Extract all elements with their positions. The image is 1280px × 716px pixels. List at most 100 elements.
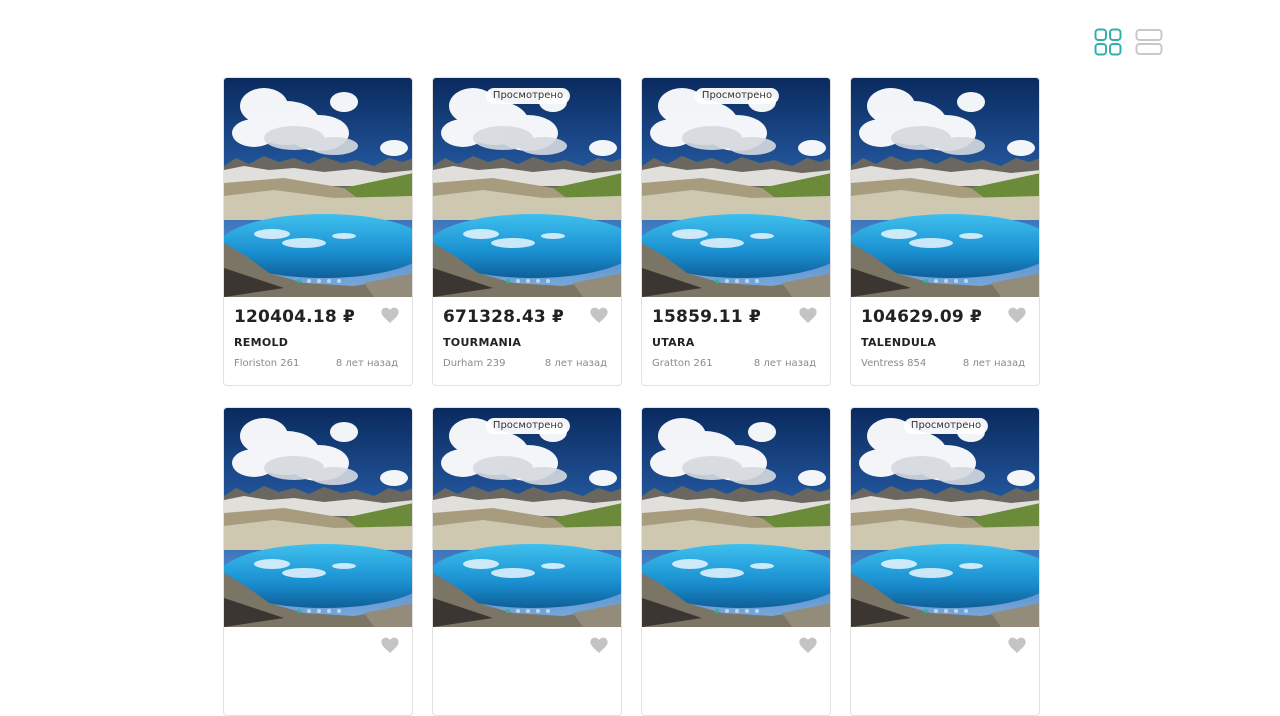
carousel-dot[interactable]	[954, 609, 958, 613]
carousel-dot[interactable]	[327, 279, 331, 283]
listing-card[interactable]	[223, 407, 413, 716]
listing-photo	[433, 408, 621, 627]
carousel-dot[interactable]	[934, 279, 938, 283]
listing-card[interactable]: Просмотрено	[850, 407, 1040, 716]
listing-age: 8 лет назад	[753, 358, 816, 369]
listing-price: 671328.43 ₽	[443, 307, 565, 327]
carousel-dot[interactable]	[297, 279, 301, 283]
carousel-dot[interactable]	[755, 279, 759, 283]
photo-carousel-dots	[851, 279, 1039, 283]
grid-view-button[interactable]	[1094, 28, 1122, 56]
favorite-heart-icon[interactable]	[799, 637, 817, 654]
carousel-dot[interactable]	[924, 609, 928, 613]
listing-photo-wrap[interactable]: Просмотрено	[433, 408, 621, 627]
carousel-dot[interactable]	[516, 609, 520, 613]
photo-carousel-dots	[433, 609, 621, 613]
listing-info: 104629.09 ₽ TALENDULA Ventress 854 8 лет…	[851, 297, 1039, 369]
carousel-dot[interactable]	[526, 279, 530, 283]
carousel-dot[interactable]	[715, 279, 719, 283]
carousel-dot[interactable]	[506, 279, 510, 283]
carousel-dot[interactable]	[526, 609, 530, 613]
listing-card[interactable]	[641, 407, 831, 716]
carousel-dot[interactable]	[725, 279, 729, 283]
listing-age: 8 лет назад	[544, 358, 607, 369]
photo-carousel-dots	[642, 609, 830, 613]
listing-photo-wrap[interactable]: Просмотрено	[851, 408, 1039, 627]
listing-card[interactable]: Просмотрено 671328.43 ₽ TOURMANIA Durham…	[432, 77, 622, 386]
listing-card[interactable]: 120404.18 ₽ REMOLD Floriston 261 8 лет н…	[223, 77, 413, 386]
listing-card[interactable]: 104629.09 ₽ TALENDULA Ventress 854 8 лет…	[850, 77, 1040, 386]
listing-age: 8 лет назад	[962, 358, 1025, 369]
listing-meta: Floriston 261 8 лет назад	[234, 358, 402, 369]
listing-photo-wrap[interactable]: Просмотрено	[642, 78, 830, 297]
listing-photo-wrap[interactable]: Просмотрено	[433, 78, 621, 297]
favorite-heart-icon[interactable]	[799, 307, 817, 324]
photo-carousel-dots	[224, 609, 412, 613]
photo-carousel-dots	[851, 609, 1039, 613]
carousel-dot[interactable]	[506, 609, 510, 613]
photo-carousel-dots	[224, 279, 412, 283]
carousel-dot[interactable]	[715, 609, 719, 613]
viewed-badge: Просмотрено	[485, 418, 571, 434]
grid-view-icon	[1094, 28, 1122, 56]
listing-photo-wrap[interactable]	[851, 78, 1039, 297]
listing-card[interactable]: Просмотрено	[432, 407, 622, 716]
list-view-button[interactable]	[1135, 28, 1163, 56]
carousel-dot[interactable]	[964, 609, 968, 613]
carousel-dot[interactable]	[307, 279, 311, 283]
viewed-badge: Просмотрено	[485, 88, 571, 104]
listing-name: REMOLD	[234, 336, 289, 349]
favorite-heart-icon[interactable]	[1008, 307, 1026, 324]
listing-card[interactable]: Просмотрено 15859.11 ₽ UTARA Gratton 261…	[641, 77, 831, 386]
carousel-dot[interactable]	[516, 279, 520, 283]
listing-photo	[224, 408, 412, 627]
listing-meta: Gratton 261 8 лет назад	[652, 358, 820, 369]
carousel-dot[interactable]	[546, 279, 550, 283]
favorite-heart-icon[interactable]	[381, 307, 399, 324]
carousel-dot[interactable]	[745, 279, 749, 283]
listing-photo-wrap[interactable]	[642, 408, 830, 627]
carousel-dot[interactable]	[337, 609, 341, 613]
listing-age: 8 лет назад	[335, 358, 398, 369]
carousel-dot[interactable]	[327, 609, 331, 613]
listing-address: Gratton 261	[652, 358, 713, 369]
viewed-badge: Просмотрено	[694, 88, 780, 104]
carousel-dot[interactable]	[725, 609, 729, 613]
favorite-heart-icon[interactable]	[590, 307, 608, 324]
list-view-icon	[1135, 29, 1163, 55]
carousel-dot[interactable]	[735, 279, 739, 283]
carousel-dot[interactable]	[307, 609, 311, 613]
listing-photo-wrap[interactable]	[224, 408, 412, 627]
carousel-dot[interactable]	[934, 609, 938, 613]
carousel-dot[interactable]	[317, 279, 321, 283]
carousel-dot[interactable]	[964, 279, 968, 283]
listing-address: Ventress 854	[861, 358, 927, 369]
listing-photo	[433, 78, 621, 297]
carousel-dot[interactable]	[536, 609, 540, 613]
listing-price: 120404.18 ₽	[234, 307, 356, 327]
carousel-dot[interactable]	[924, 279, 928, 283]
listing-info	[433, 627, 621, 653]
listing-photo-wrap[interactable]	[224, 78, 412, 297]
carousel-dot[interactable]	[536, 279, 540, 283]
carousel-dot[interactable]	[546, 609, 550, 613]
carousel-dot[interactable]	[317, 609, 321, 613]
carousel-dot[interactable]	[755, 609, 759, 613]
listing-info: 671328.43 ₽ TOURMANIA Durham 239 8 лет н…	[433, 297, 621, 369]
favorite-heart-icon[interactable]	[1008, 637, 1026, 654]
carousel-dot[interactable]	[297, 609, 301, 613]
listing-photo	[851, 78, 1039, 297]
carousel-dot[interactable]	[745, 609, 749, 613]
listing-photo	[224, 78, 412, 297]
favorite-heart-icon[interactable]	[590, 637, 608, 654]
carousel-dot[interactable]	[944, 279, 948, 283]
carousel-dot[interactable]	[944, 609, 948, 613]
carousel-dot[interactable]	[954, 279, 958, 283]
listing-meta: Ventress 854 8 лет назад	[861, 358, 1029, 369]
carousel-dot[interactable]	[735, 609, 739, 613]
favorite-heart-icon[interactable]	[381, 637, 399, 654]
carousel-dot[interactable]	[337, 279, 341, 283]
listing-name: TOURMANIA	[443, 336, 522, 349]
listing-price: 15859.11 ₽	[652, 307, 762, 327]
listing-photo	[642, 408, 830, 627]
